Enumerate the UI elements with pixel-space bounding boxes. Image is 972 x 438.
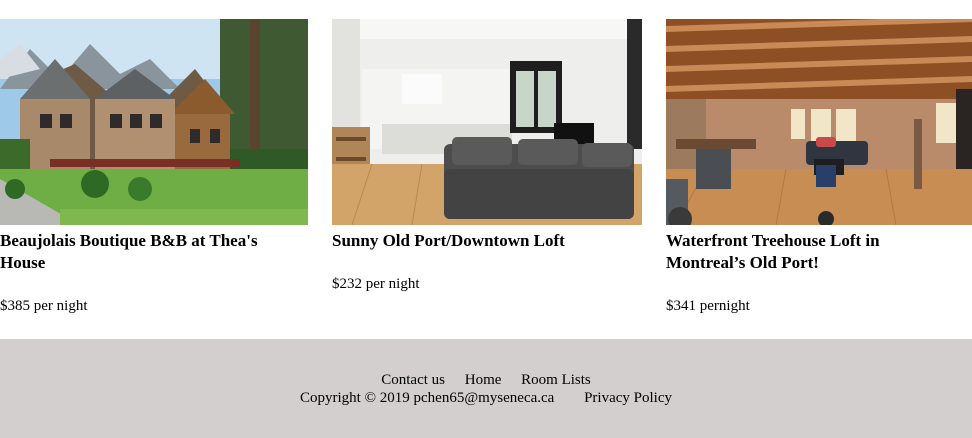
contact-us-link[interactable]: Contact us [381,372,445,388]
listings-section: Beaujolais Boutique B&B at Thea's House … [0,0,972,339]
listing-photo-house[interactable] [0,19,308,225]
privacy-policy-link[interactable]: Privacy Policy [584,390,672,406]
footer-bottom-row: Copyright © 2019 pchen65@myseneca.ca Pri… [0,389,972,407]
listing-card[interactable]: Waterfront Treehouse Loft in Montreal’s … [666,19,972,314]
home-link[interactable]: Home [465,372,502,388]
treehouse-photo-image [666,19,972,225]
listing-card[interactable]: Sunny Old Port/Downtown Loft $232 per ni… [332,19,642,292]
listing-title[interactable]: Waterfront Treehouse Loft in Montreal’s … [666,230,956,274]
listing-price: $341 pernight [666,298,750,314]
listing-title[interactable]: Sunny Old Port/Downtown Loft [332,230,642,252]
listing-card[interactable]: Beaujolais Boutique B&B at Thea's House … [0,19,308,314]
loft-photo-image [332,19,642,225]
listing-price: $385 per night [0,298,88,314]
room-lists-link[interactable]: Room Lists [521,372,591,388]
copyright-text: Copyright © 2019 pchen65@myseneca.ca [300,390,555,406]
listing-photo-loft[interactable] [332,19,642,225]
listing-photo-treehouse[interactable] [666,19,972,225]
house-photo-image [0,19,308,225]
listing-price: $232 per night [332,276,420,292]
footer-nav: Contact us Home Room Lists [0,371,972,389]
listing-title[interactable]: Beaujolais Boutique B&B at Thea's House [0,230,300,274]
site-footer: Contact us Home Room Lists Copyright © 2… [0,339,972,438]
